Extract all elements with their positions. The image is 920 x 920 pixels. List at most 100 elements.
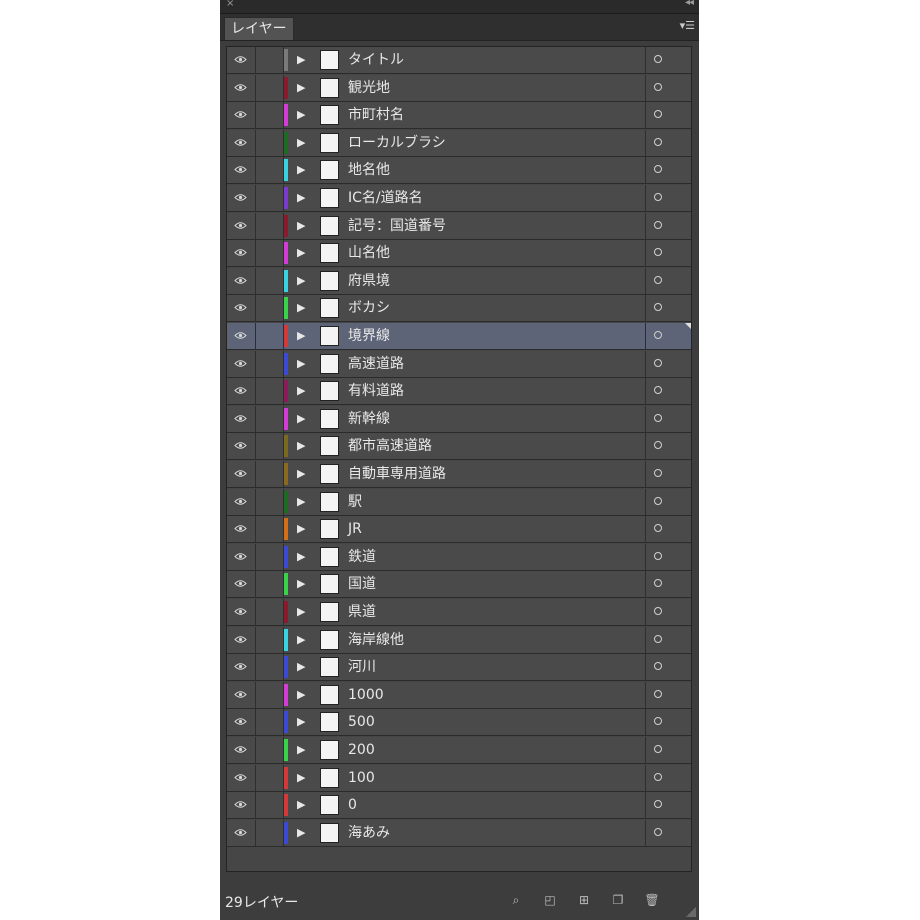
expand-arrow-icon[interactable]: ▶ xyxy=(297,162,305,178)
expand-arrow-icon[interactable]: ▶ xyxy=(297,218,305,234)
visibility-eye-icon[interactable] xyxy=(234,469,247,478)
target-circle-icon[interactable] xyxy=(654,827,662,836)
expand-arrow-icon[interactable]: ▶ xyxy=(297,576,305,592)
expand-arrow-icon[interactable]: ▶ xyxy=(297,521,305,537)
layer-name[interactable]: JR xyxy=(348,516,362,542)
layer-name[interactable]: 高速道路 xyxy=(348,351,404,377)
layer-row[interactable]: ▶ JR xyxy=(227,516,691,544)
resize-grip[interactable] xyxy=(686,907,696,917)
visibility-eye-icon[interactable] xyxy=(234,55,247,64)
selected-art-indicator-icon[interactable] xyxy=(685,323,691,329)
layer-name[interactable]: 境界線 xyxy=(348,323,390,349)
visibility-eye-icon[interactable] xyxy=(234,441,247,450)
target-circle-icon[interactable] xyxy=(654,634,662,643)
expand-arrow-icon[interactable]: ▶ xyxy=(297,383,305,399)
expand-arrow-icon[interactable]: ▶ xyxy=(297,80,305,96)
layer-row[interactable]: ▶ 観光地 xyxy=(227,74,691,102)
layer-row[interactable]: ▶ IC名/道路名 xyxy=(227,185,691,212)
layer-name[interactable]: 観光地 xyxy=(348,75,390,101)
target-circle-icon[interactable] xyxy=(654,386,662,395)
target-circle-icon[interactable] xyxy=(654,303,662,312)
visibility-eye-icon[interactable] xyxy=(234,138,247,147)
visibility-eye-icon[interactable] xyxy=(234,579,247,588)
close-icon[interactable]: × xyxy=(226,0,234,9)
target-circle-icon[interactable] xyxy=(654,358,662,367)
target-circle-icon[interactable] xyxy=(654,165,662,174)
layer-name[interactable]: 100 xyxy=(348,765,375,791)
layer-row[interactable]: ▶ 高速道路 xyxy=(227,350,691,378)
visibility-eye-icon[interactable] xyxy=(234,800,247,809)
target-circle-icon[interactable] xyxy=(654,524,662,533)
target-circle-icon[interactable] xyxy=(654,469,662,477)
layer-name[interactable]: IC名/道路名 xyxy=(348,185,423,211)
target-circle-icon[interactable] xyxy=(654,248,662,257)
layer-row[interactable]: ▶ 海岸線他 xyxy=(227,626,691,654)
layer-name[interactable]: 鉄道 xyxy=(348,544,376,570)
visibility-eye-icon[interactable] xyxy=(234,221,247,230)
expand-arrow-icon[interactable]: ▶ xyxy=(297,411,305,427)
visibility-eye-icon[interactable] xyxy=(234,386,247,395)
layer-row[interactable]: ▶ 海あみ xyxy=(227,819,691,847)
expand-arrow-icon[interactable]: ▶ xyxy=(297,742,305,758)
layer-row[interactable]: ▶ 都市高速道路 xyxy=(227,433,691,461)
layer-name[interactable]: タイトル xyxy=(348,47,404,73)
layer-row[interactable]: ▶ 県道 xyxy=(227,599,691,626)
target-circle-icon[interactable] xyxy=(654,745,662,753)
visibility-eye-icon[interactable] xyxy=(234,828,247,837)
expand-arrow-icon[interactable]: ▶ xyxy=(297,52,305,68)
target-circle-icon[interactable] xyxy=(654,137,662,146)
layer-row[interactable]: ▶ 駅 xyxy=(227,488,691,516)
expand-arrow-icon[interactable]: ▶ xyxy=(297,273,305,289)
layer-row[interactable]: ▶ 200 xyxy=(227,737,691,764)
panel-title-bar[interactable]: × ◂◂ xyxy=(220,0,699,14)
expand-arrow-icon[interactable]: ▶ xyxy=(297,714,305,730)
target-circle-icon[interactable] xyxy=(654,496,662,505)
visibility-eye-icon[interactable] xyxy=(234,662,247,671)
expand-arrow-icon[interactable]: ▶ xyxy=(297,466,305,482)
visibility-eye-icon[interactable] xyxy=(234,717,247,726)
expand-arrow-icon[interactable]: ▶ xyxy=(297,438,305,454)
layer-name[interactable]: 山名他 xyxy=(348,240,390,266)
expand-arrow-icon[interactable]: ▶ xyxy=(297,245,305,261)
target-circle-icon[interactable] xyxy=(654,717,662,726)
expand-arrow-icon[interactable]: ▶ xyxy=(297,494,305,510)
target-circle-icon[interactable] xyxy=(654,331,662,339)
target-circle-icon[interactable] xyxy=(654,441,662,450)
target-circle-icon[interactable] xyxy=(654,413,662,422)
layer-name[interactable]: 府県境 xyxy=(348,268,390,294)
visibility-eye-icon[interactable] xyxy=(234,552,247,561)
trash-icon[interactable]: 🗑 xyxy=(644,892,660,908)
visibility-eye-icon[interactable] xyxy=(234,745,247,754)
visibility-eye-icon[interactable] xyxy=(234,359,247,368)
expand-arrow-icon[interactable]: ▶ xyxy=(297,604,305,620)
layer-row[interactable]: ▶ 国道 xyxy=(227,571,691,599)
target-circle-icon[interactable] xyxy=(654,55,662,63)
layer-name[interactable]: 駅 xyxy=(348,489,362,515)
collapse-icon[interactable]: ◂◂ xyxy=(685,0,694,8)
layer-row[interactable]: ▶ 100 xyxy=(227,764,691,792)
visibility-eye-icon[interactable] xyxy=(234,497,247,506)
tab-layers[interactable]: レイヤー xyxy=(224,17,294,40)
target-circle-icon[interactable] xyxy=(654,800,662,809)
visibility-eye-icon[interactable] xyxy=(234,165,247,174)
visibility-eye-icon[interactable] xyxy=(234,193,247,202)
expand-arrow-icon[interactable]: ▶ xyxy=(297,632,305,648)
layer-row[interactable]: ▶ 新幹線 xyxy=(227,405,691,433)
layer-name[interactable]: 都市高速道路 xyxy=(348,433,432,459)
layer-name[interactable]: 200 xyxy=(348,737,375,763)
visibility-eye-icon[interactable] xyxy=(234,524,247,533)
visibility-eye-icon[interactable] xyxy=(234,276,247,285)
layer-row[interactable]: ▶ 境界線 xyxy=(227,323,691,350)
target-circle-icon[interactable] xyxy=(654,82,662,91)
layer-row[interactable]: ▶ 府県境 xyxy=(227,267,691,295)
visibility-eye-icon[interactable] xyxy=(234,773,247,782)
layer-row[interactable]: ▶ 500 xyxy=(227,709,691,737)
layer-row[interactable]: ▶ 記号：国道番号 xyxy=(227,212,691,240)
expand-arrow-icon[interactable]: ▶ xyxy=(297,107,305,123)
target-circle-icon[interactable] xyxy=(654,662,662,671)
layer-name[interactable]: 市町村名 xyxy=(348,102,404,128)
visibility-eye-icon[interactable] xyxy=(234,331,247,340)
expand-arrow-icon[interactable]: ▶ xyxy=(297,135,305,151)
target-circle-icon[interactable] xyxy=(654,689,662,698)
visibility-eye-icon[interactable] xyxy=(234,414,247,423)
